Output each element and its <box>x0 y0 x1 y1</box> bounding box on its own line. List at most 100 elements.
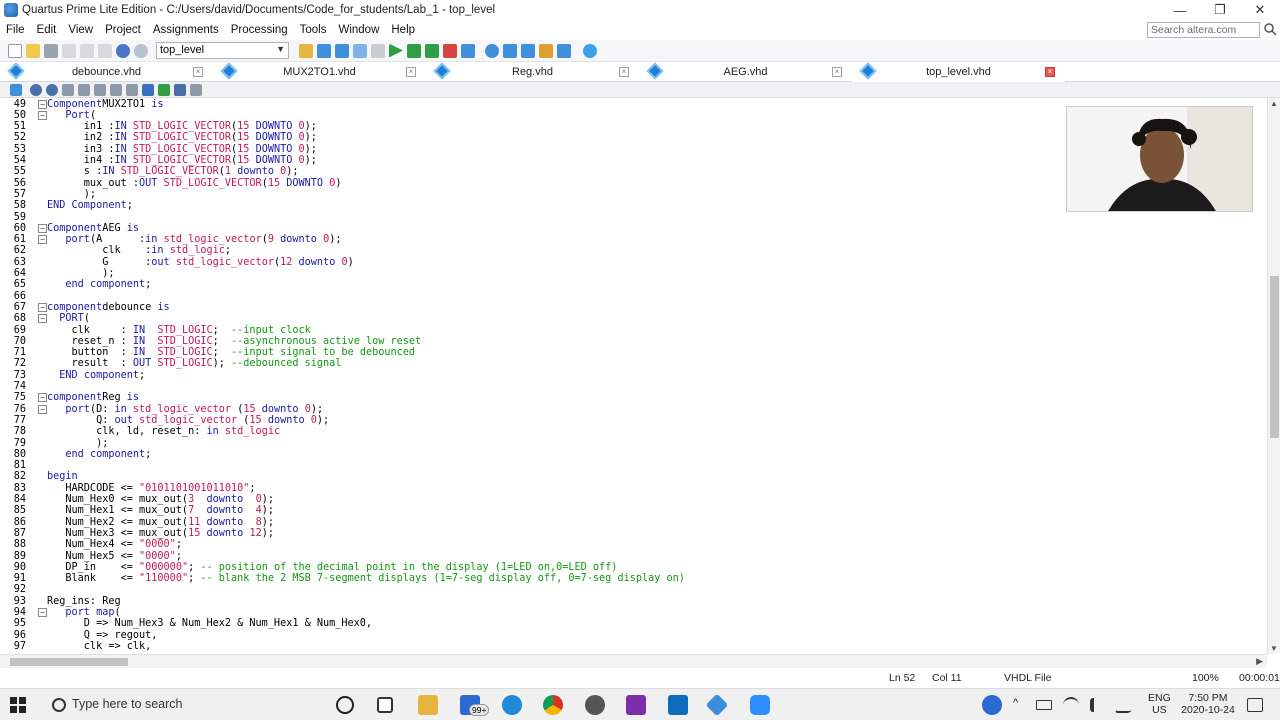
list-icon[interactable] <box>190 83 202 96</box>
fold-toggle-icon[interactable]: − <box>38 110 47 120</box>
code-line[interactable]: 85 Num_Hex1 <= mux_out(7 downto 4); <box>0 505 1267 516</box>
settings-gear-icon[interactable] <box>585 695 605 715</box>
code-line[interactable]: 74 <box>0 381 1267 392</box>
netlist-viewer-icon[interactable] <box>485 43 499 58</box>
fold-toggle-icon[interactable]: − <box>38 314 47 324</box>
menu-processing[interactable]: Processing <box>225 24 294 36</box>
windows-start-icon[interactable] <box>10 697 26 713</box>
zoom-icon[interactable] <box>750 695 770 715</box>
code-line[interactable]: 91 Blank <= "110000"; -- blank the 2 MSB… <box>0 573 1267 584</box>
code-line[interactable]: 64 ); <box>0 268 1267 279</box>
code-line[interactable]: 83 HARDCODE <= "0101101001011010"; <box>0 483 1267 494</box>
code-line[interactable]: 66 <box>0 291 1267 302</box>
outlook-icon[interactable] <box>668 695 688 715</box>
menu-tools[interactable]: Tools <box>294 24 333 36</box>
project-settings-icon[interactable] <box>299 43 313 58</box>
fold-toggle-icon[interactable]: − <box>38 223 47 233</box>
taskbar-search[interactable]: Type here to search <box>44 694 324 716</box>
menu-window[interactable]: Window <box>332 24 385 36</box>
fold-toggle-icon[interactable]: − <box>38 235 47 245</box>
wifi-icon[interactable] <box>1063 697 1079 713</box>
menu-view[interactable]: View <box>62 24 99 36</box>
code-line[interactable]: 94 − port map( <box>0 607 1267 618</box>
taskbar-clock[interactable]: 7:50 PM 2020-10-24 <box>1176 692 1240 716</box>
code-line[interactable]: 89 Num_Hex5 <= "0000"; <box>0 551 1267 562</box>
tab-mux2to1[interactable]: MUX2TO1.vhd × <box>213 62 426 82</box>
assembler-icon[interactable] <box>443 43 457 58</box>
line-numbers-icon[interactable] <box>174 83 186 96</box>
code-line[interactable]: 90 DP_in <= "000000"; -- position of the… <box>0 562 1267 573</box>
indent-icon[interactable] <box>62 83 74 96</box>
tab-aeg[interactable]: AEG.vhd × <box>639 62 852 82</box>
code-line[interactable]: 71 button : IN STD_LOGIC; --input signal… <box>0 347 1267 358</box>
code-line[interactable]: 81 <box>0 460 1267 471</box>
cut-icon[interactable] <box>62 43 76 58</box>
quartus-taskbar-icon[interactable] <box>705 693 729 717</box>
battery-icon[interactable] <box>1036 700 1052 710</box>
code-line[interactable]: 79 ); <box>0 438 1267 449</box>
scroll-right-icon[interactable]: ▶ <box>1256 656 1263 667</box>
code-line[interactable]: 68 − PORT( <box>0 313 1267 324</box>
code-line[interactable]: 82 begin <box>0 471 1267 482</box>
code-line[interactable]: 93 Reg_ins: Reg <box>0 596 1267 607</box>
fold-toggle-icon[interactable]: − <box>38 302 47 312</box>
programmer-icon[interactable] <box>539 43 553 58</box>
expand-icon[interactable] <box>110 83 122 96</box>
close-tab-icon[interactable]: × <box>193 67 203 77</box>
scroll-down-icon[interactable]: ▼ <box>1270 644 1278 653</box>
chip-planner-icon[interactable] <box>503 43 517 58</box>
tab-debounce[interactable]: debounce.vhd × <box>0 62 213 82</box>
code-line[interactable]: 60 − ComponentAEG is <box>0 223 1267 234</box>
tab-top-level[interactable]: top_level.vhd × <box>852 62 1065 82</box>
close-tab-icon[interactable]: × <box>832 67 842 77</box>
synthesis-icon[interactable] <box>335 43 349 58</box>
template-icon[interactable] <box>158 83 170 96</box>
vertical-scrollbar[interactable]: ▲ ▼ <box>1267 98 1280 654</box>
code-line[interactable]: 77 Q: out std_logic_vector (15 downto 0)… <box>0 415 1267 426</box>
redo-icon[interactable] <box>134 43 148 58</box>
code-line[interactable]: 73 END component; <box>0 370 1267 381</box>
code-line[interactable]: 76 − port(D: in std_logic_vector (15 down… <box>0 404 1267 415</box>
notifications-icon[interactable] <box>1247 698 1263 712</box>
chrome-icon[interactable] <box>543 695 563 715</box>
pen-icon[interactable] <box>1114 697 1140 713</box>
horizontal-scrollbar[interactable]: ▶ <box>0 654 1267 668</box>
paste-icon[interactable] <box>98 43 112 58</box>
edge-icon[interactable] <box>502 695 522 715</box>
analysis-icon[interactable] <box>317 43 331 58</box>
code-line[interactable]: 97 clk => clk, <box>0 641 1267 652</box>
editor-view-icon[interactable] <box>10 83 22 96</box>
code-line[interactable]: 86 Num_Hex2 <= mux_out(11 downto 8); <box>0 517 1267 528</box>
search-input[interactable]: Search altera.com <box>1147 22 1260 38</box>
menu-help[interactable]: Help <box>385 24 421 36</box>
menu-file[interactable]: File <box>0 24 31 36</box>
code-line[interactable]: 96 Q => regout, <box>0 630 1267 641</box>
code-line[interactable]: 92 <box>0 584 1267 595</box>
save-icon[interactable] <box>44 43 58 58</box>
close-tab-icon[interactable]: × <box>406 67 416 77</box>
undo-icon[interactable] <box>116 43 130 58</box>
volume-icon[interactable] <box>1090 698 1104 712</box>
stop-icon[interactable] <box>371 43 385 58</box>
open-folder-icon[interactable] <box>26 43 40 58</box>
start-compilation-icon[interactable] <box>389 43 403 58</box>
code-line[interactable]: 59 <box>0 212 1267 223</box>
close-tab-icon[interactable]: × <box>1045 67 1055 77</box>
code-line[interactable]: 87 Num_Hex3 <= mux_out(15 downto 12); <box>0 528 1267 539</box>
horizontal-scroll-thumb[interactable] <box>10 658 128 666</box>
chevron-up-icon[interactable]: ^ <box>1013 697 1018 709</box>
code-line[interactable]: 63 G :out std_logic_vector(12 downto 0) <box>0 257 1267 268</box>
help-chat-icon[interactable] <box>583 43 597 58</box>
comment-icon[interactable] <box>142 83 154 96</box>
file-explorer-icon[interactable] <box>418 695 438 715</box>
fold-toggle-icon[interactable]: − <box>38 393 47 403</box>
analysis-synthesis-icon[interactable] <box>407 43 421 58</box>
fold-toggle-icon[interactable]: − <box>38 404 47 414</box>
code-line[interactable]: 62 clk :in std_logic; <box>0 245 1267 256</box>
code-line[interactable]: 75 − componentReg is <box>0 392 1267 403</box>
fold-toggle-icon[interactable]: − <box>38 608 47 617</box>
timing-icon[interactable] <box>353 43 367 58</box>
search-icon[interactable] <box>1263 22 1277 36</box>
ip-catalog-icon[interactable] <box>557 43 571 58</box>
code-line[interactable]: 65 end component; <box>0 279 1267 290</box>
